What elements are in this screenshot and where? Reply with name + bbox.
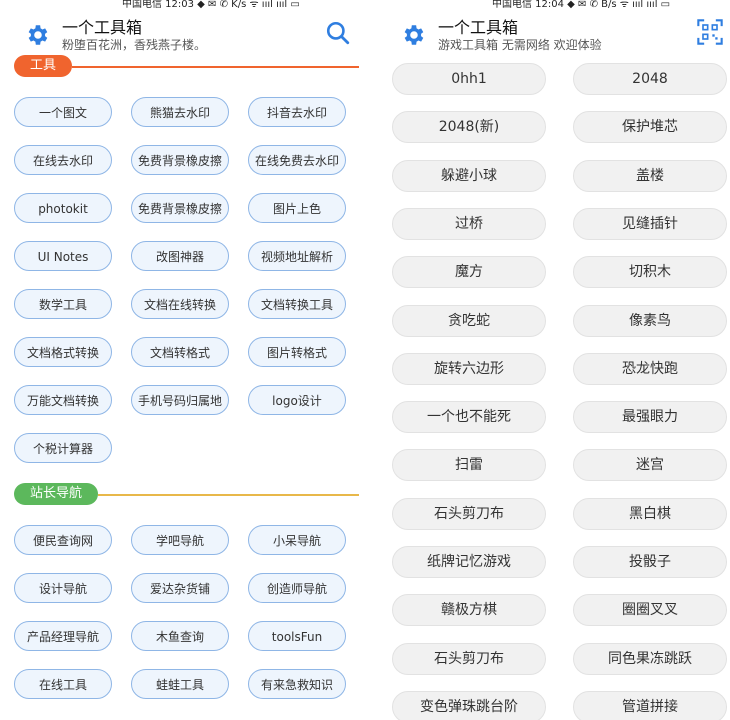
game-button[interactable]: 像素鸟 [573,304,727,337]
game-button[interactable]: 黑白棋 [573,497,727,530]
section-divider [98,494,359,496]
game-button[interactable]: 保护堆芯 [573,111,727,144]
app-title: 一个工具箱 [438,18,519,37]
tool-chip[interactable]: 在线工具 [14,669,112,699]
tool-chip[interactable]: 在线免费去水印 [248,145,346,175]
game-button[interactable]: 一个也不能死 [392,401,546,434]
qr-scan-icon[interactable] [696,18,724,46]
game-button[interactable]: 石头剪刀布 [392,642,546,675]
tool-chip[interactable]: 木鱼查询 [131,621,229,651]
tool-chip[interactable]: 图片上色 [248,193,346,223]
game-button[interactable]: 扫雷 [392,449,546,482]
app-subtitle: 粉堕百花洲，香残燕子楼。 [62,38,207,52]
tool-chip[interactable]: 文档格式转换 [14,337,112,367]
tool-chip[interactable]: 文档在线转换 [131,289,229,319]
tool-chip[interactable]: 便民查询网 [14,525,112,555]
tool-chip[interactable]: 创造师导航 [248,573,346,603]
game-button[interactable]: 切积木 [573,256,727,289]
tool-chip[interactable]: 产品经理导航 [14,621,112,651]
game-button[interactable]: 同色果冻跳跃 [573,642,727,675]
section-header: 工具 [14,55,359,79]
game-button[interactable]: 见缝插针 [573,207,727,240]
game-button[interactable]: 恐龙快跑 [573,352,727,385]
gear-icon[interactable] [24,22,50,48]
status-text: 中国电信 12:03 ◆ ✉ ✆ K/s ᯤ ıııl ıııl ▭ [122,0,300,10]
game-button[interactable]: 赣极方棋 [392,594,546,627]
tool-chip[interactable]: 万能文档转换 [14,385,112,415]
section-divider [72,66,359,68]
app-subtitle: 游戏工具箱 无需网络 欢迎体验 [438,38,602,52]
tool-chip[interactable]: 改图神器 [131,241,229,271]
tool-chip[interactable]: 学吧导航 [131,525,229,555]
tool-chip[interactable]: 蛙蛙工具 [131,669,229,699]
search-icon[interactable] [325,20,351,46]
game-button[interactable]: 2048(新) [392,111,546,144]
tool-chip[interactable]: 手机号码归属地 [131,385,229,415]
game-button[interactable]: 圈圈叉叉 [573,594,727,627]
tool-chip[interactable]: UI Notes [14,241,112,271]
tool-chip[interactable]: 个税计算器 [14,433,112,463]
section-header: 站长导航 [14,483,359,507]
game-button[interactable]: 旋转六边形 [392,352,546,385]
tool-chip[interactable]: 免费背景橡皮擦 [131,145,229,175]
tool-chip[interactable]: 文档转换工具 [248,289,346,319]
game-button[interactable]: 躲避小球 [392,159,546,192]
games-panel: 中国电信 12:04 ◆ ✉ ✆ B/s ᯤ ıııl ıııl ▭ 一个工具箱… [372,0,730,720]
section-title: 站长导航 [14,483,99,505]
game-button[interactable]: 0hh1 [392,63,546,95]
app-header: 一个工具箱 粉堕百花洲，香残燕子楼。 [0,10,365,55]
game-button[interactable]: 纸牌记忆游戏 [392,546,546,578]
game-button[interactable]: 2048 [573,63,727,95]
tool-chip[interactable]: 爱达杂货铺 [131,573,229,603]
game-button[interactable]: 盖楼 [573,159,727,192]
game-button[interactable]: 投骰子 [573,546,727,578]
tool-chip[interactable]: 有来急救知识 [248,669,346,699]
game-button[interactable]: 过桥 [392,207,546,240]
tool-chip[interactable]: 小呆导航 [248,525,346,555]
tool-chip[interactable]: 视频地址解析 [248,241,346,271]
game-button[interactable]: 魔方 [392,256,546,289]
tool-chip[interactable]: toolsFun [248,621,346,651]
gear-icon[interactable] [400,22,426,48]
tool-chip[interactable]: 设计导航 [14,573,112,603]
tool-chip[interactable]: 文档转格式 [131,337,229,367]
game-button[interactable]: 管道拼接 [573,690,727,720]
game-button[interactable]: 变色弹珠跳台阶 [392,690,546,720]
tool-chip[interactable]: 熊猫去水印 [131,97,229,127]
tool-chip[interactable]: 在线去水印 [14,145,112,175]
tool-chip[interactable]: 图片转格式 [248,337,346,367]
tools-panel: 中国电信 12:03 ◆ ✉ ✆ K/s ᯤ ıııl ıııl ▭ 一个工具箱… [0,0,365,720]
app-title: 一个工具箱 [62,18,143,37]
status-text: 中国电信 12:04 ◆ ✉ ✆ B/s ᯤ ıııl ıııl ▭ [492,0,671,10]
game-button[interactable]: 迷宫 [573,449,727,482]
tool-chip[interactable]: 抖音去水印 [248,97,346,127]
tool-chip[interactable]: logo设计 [248,385,346,415]
tool-chip[interactable]: photokit [14,193,112,223]
game-button[interactable]: 最强眼力 [573,401,727,434]
game-button[interactable]: 石头剪刀布 [392,497,546,530]
tool-chip[interactable]: 免费背景橡皮擦 [131,193,229,223]
section-title: 工具 [14,55,73,77]
app-header: 一个工具箱 游戏工具箱 无需网络 欢迎体验 [372,10,730,55]
tool-chip[interactable]: 一个图文 [14,97,112,127]
game-button[interactable]: 贪吃蛇 [392,304,546,337]
tool-chip[interactable]: 数学工具 [14,289,112,319]
